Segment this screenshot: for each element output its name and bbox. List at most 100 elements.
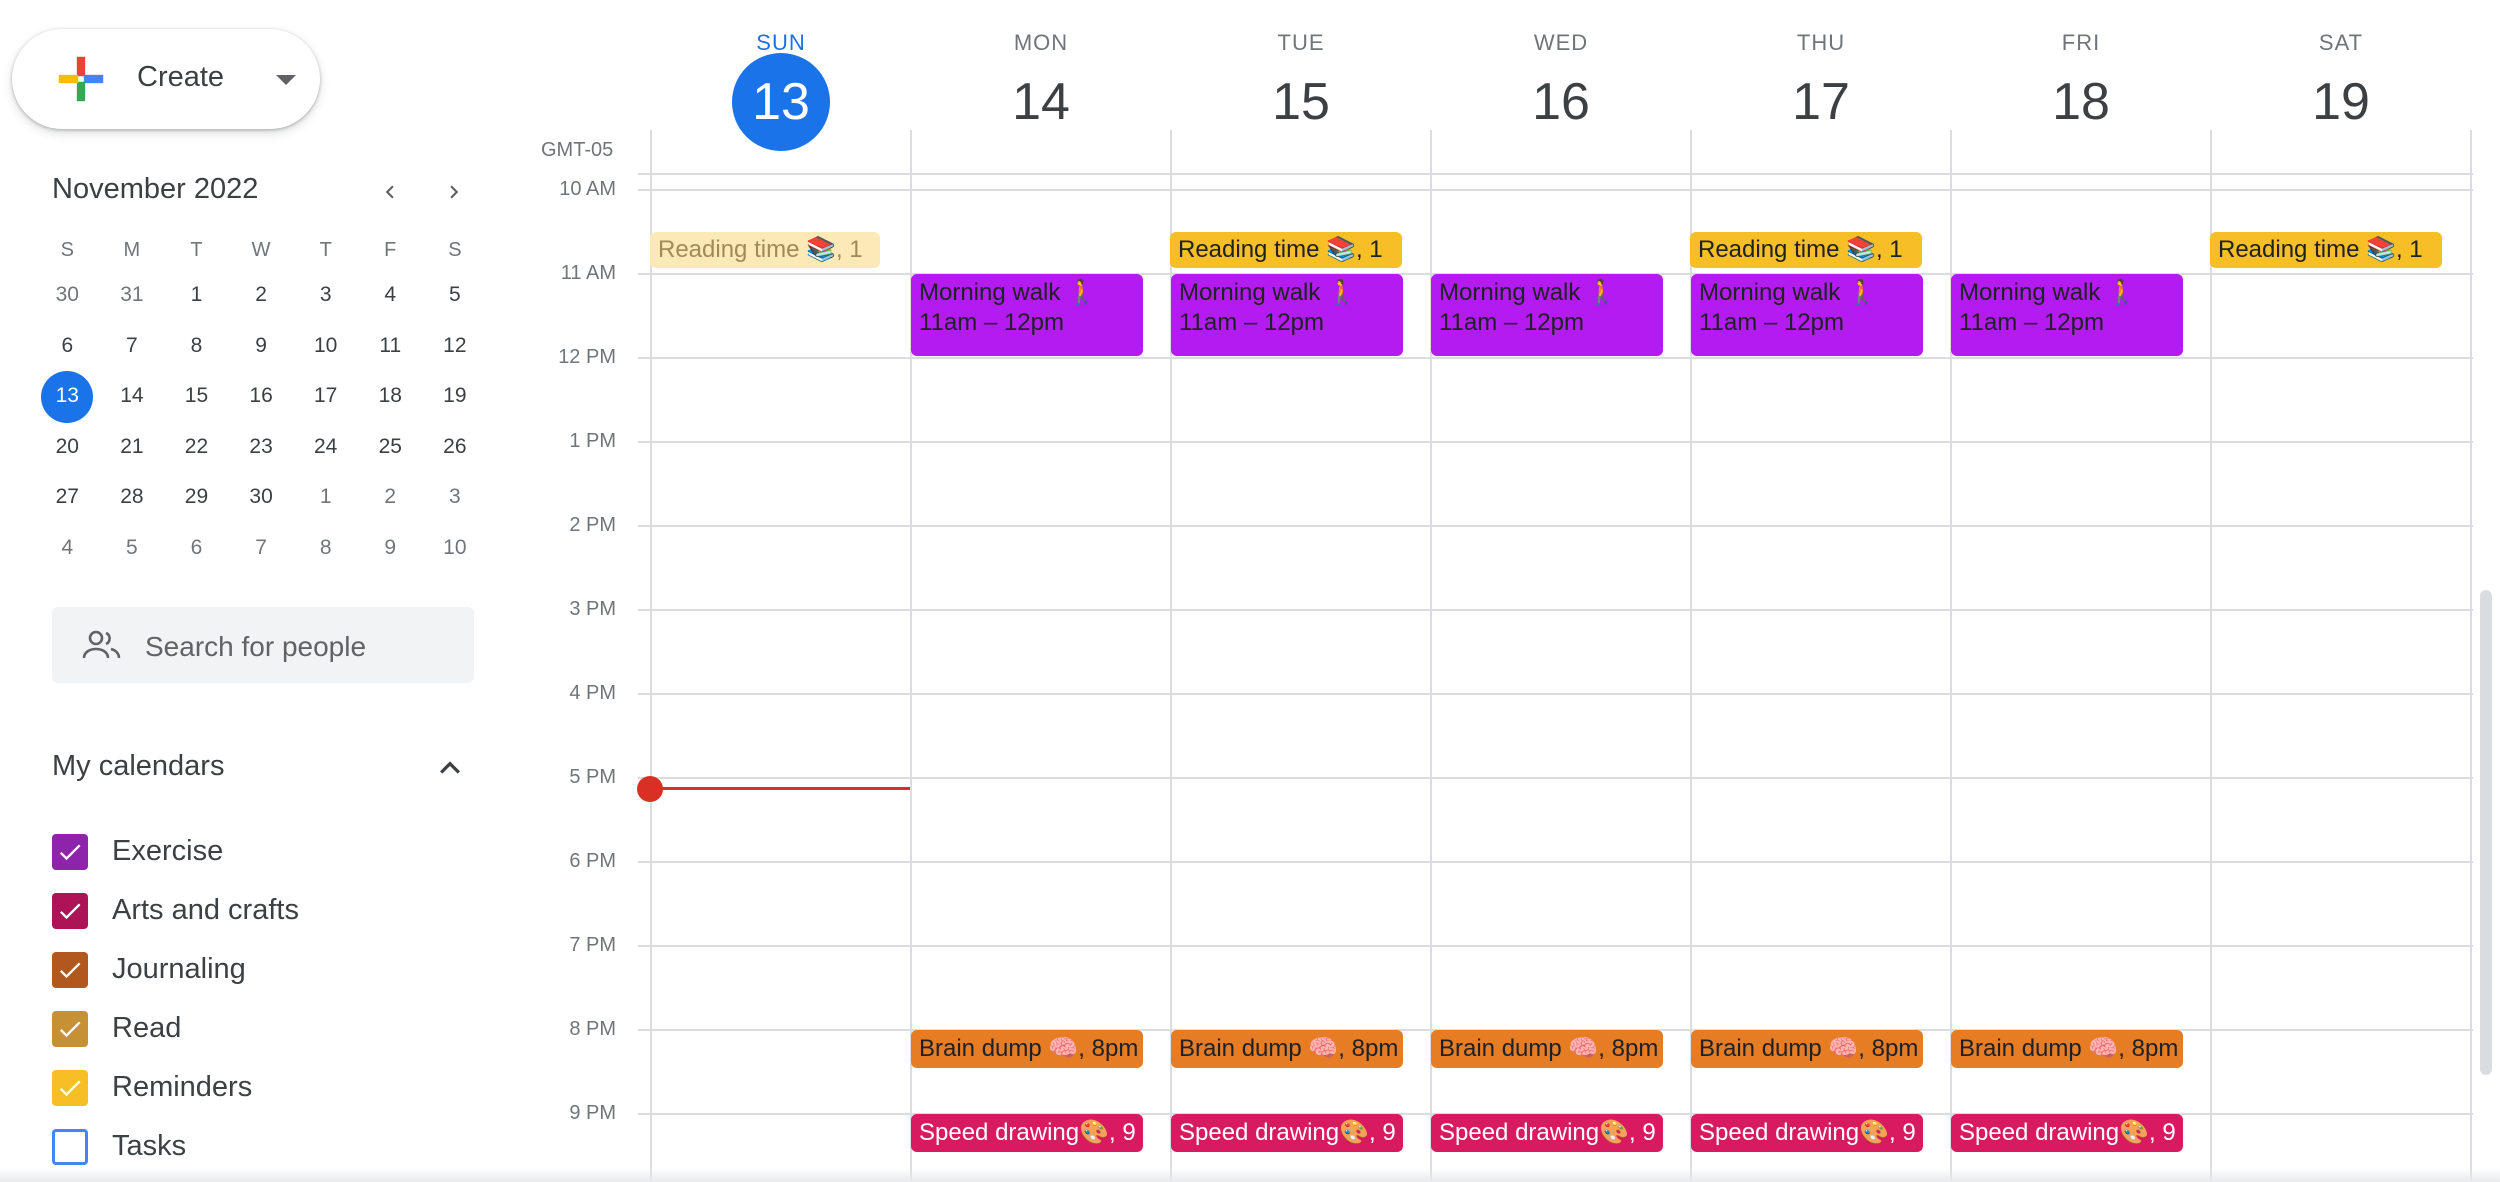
mini-day[interactable]: 25 — [358, 422, 423, 473]
day-header-fri[interactable]: FRI 18 — [1951, 30, 2211, 162]
mini-day[interactable]: 10 — [293, 321, 358, 372]
day-header-sat[interactable]: SAT 19 — [2211, 30, 2471, 162]
event-brain-dump[interactable]: Brain dump 🧠, 8pm — [1171, 1030, 1403, 1068]
mini-day[interactable]: 19 — [423, 371, 488, 422]
prev-month-icon[interactable] — [370, 172, 410, 212]
mini-day[interactable]: 28 — [100, 472, 165, 523]
mini-day[interactable]: 8 — [293, 523, 358, 574]
event-reading-time[interactable]: Reading time 📚, 1 — [650, 232, 880, 268]
mini-day[interactable]: 4 — [35, 523, 100, 574]
mini-day[interactable]: 12 — [423, 321, 488, 372]
calendar-item-arts-and-crafts[interactable]: Arts and crafts — [52, 881, 299, 940]
mini-day[interactable]: 7 — [100, 321, 165, 372]
mini-day[interactable]: 11 — [358, 321, 423, 372]
mini-day[interactable]: 23 — [229, 422, 294, 473]
day-number[interactable]: 18 — [1951, 64, 2211, 162]
mini-day[interactable]: 20 — [35, 422, 100, 473]
mini-day[interactable]: 22 — [164, 422, 229, 473]
mini-day[interactable]: 14 — [100, 371, 165, 422]
event-time: 11am – 12pm — [1179, 309, 1324, 336]
event-morning-walk[interactable]: Morning walk 🚶 11am – 12pm — [911, 274, 1143, 356]
mini-day[interactable]: 31 — [100, 270, 165, 321]
mini-day[interactable]: 1 — [164, 270, 229, 321]
checkbox-checked-icon[interactable] — [52, 1010, 88, 1047]
event-speed-drawing[interactable]: Speed drawing🎨, 9 — [1951, 1114, 2183, 1152]
vertical-scrollbar[interactable] — [2480, 590, 2492, 1075]
mini-day[interactable]: 1 — [293, 472, 358, 523]
event-reading-time[interactable]: Reading time 📚, 1 — [1170, 232, 1402, 268]
mini-day[interactable]: 27 — [35, 472, 100, 523]
mini-day[interactable]: 2 — [358, 472, 423, 523]
chevron-up-icon[interactable] — [430, 748, 470, 788]
day-number[interactable]: 14 — [911, 64, 1171, 162]
mini-day[interactable]: 10 — [423, 523, 488, 574]
checkbox-checked-icon[interactable] — [52, 833, 88, 870]
mini-day[interactable]: 6 — [164, 523, 229, 574]
mini-day[interactable]: 5 — [423, 270, 488, 321]
mini-day[interactable]: 26 — [423, 422, 488, 473]
mini-day[interactable]: 3 — [423, 472, 488, 523]
mini-day[interactable]: 7 — [229, 523, 294, 574]
search-people-input[interactable]: Search for people — [52, 607, 474, 683]
mini-day[interactable]: 16 — [229, 371, 294, 422]
mini-day[interactable]: 2 — [229, 270, 294, 321]
event-reading-time[interactable]: Reading time 📚, 1 — [1690, 232, 1922, 268]
calendar-item-read[interactable]: Read — [52, 999, 299, 1058]
calendar-item-exercise[interactable]: Exercise — [52, 822, 299, 881]
mini-day[interactable]: 3 — [293, 270, 358, 321]
mini-day[interactable]: 29 — [164, 472, 229, 523]
event-brain-dump[interactable]: Brain dump 🧠, 8pm — [1951, 1030, 2183, 1068]
event-morning-walk[interactable]: Morning walk 🚶 11am – 12pm — [1171, 274, 1403, 356]
day-header-wed[interactable]: WED 16 — [1431, 30, 1691, 162]
mini-day[interactable]: 30 — [35, 270, 100, 321]
mini-day[interactable]: 9 — [229, 321, 294, 372]
checkbox-checked-icon[interactable] — [52, 951, 88, 988]
calendar-item-journaling[interactable]: Journaling — [52, 940, 299, 999]
checkbox-unchecked-icon[interactable] — [52, 1128, 88, 1165]
event-speed-drawing[interactable]: Speed drawing🎨, 9 — [911, 1114, 1143, 1152]
create-button[interactable]: Create — [12, 29, 320, 129]
mini-day[interactable]: 24 — [293, 422, 358, 473]
hour-label: 9 PM — [569, 1102, 616, 1124]
my-calendars-title[interactable]: My calendars — [52, 750, 224, 783]
event-speed-drawing[interactable]: Speed drawing🎨, 9 — [1431, 1114, 1663, 1152]
event-brain-dump[interactable]: Brain dump 🧠, 8pm — [911, 1030, 1143, 1068]
caret-down-icon[interactable] — [276, 75, 296, 85]
mini-day[interactable]: 18 — [358, 371, 423, 422]
day-number[interactable]: 16 — [1431, 64, 1691, 162]
day-number[interactable]: 19 — [2211, 64, 2471, 162]
day-number[interactable]: 17 — [1691, 64, 1951, 162]
mini-calendar-week: 6 7 8 9 10 11 12 — [35, 321, 466, 372]
mini-day[interactable]: 21 — [100, 422, 165, 473]
event-brain-dump[interactable]: Brain dump 🧠, 8pm — [1431, 1030, 1663, 1068]
day-number[interactable]: 15 — [1171, 64, 1431, 162]
day-header-mon[interactable]: MON 14 — [911, 30, 1171, 162]
day-header-sun[interactable]: SUN 13 — [651, 30, 911, 162]
calendar-item-reminders[interactable]: Reminders — [52, 1058, 299, 1117]
event-reading-time[interactable]: Reading time 📚, 1 — [2210, 232, 2442, 268]
event-speed-drawing[interactable]: Speed drawing🎨, 9 — [1171, 1114, 1403, 1152]
weekday-label: T — [190, 239, 203, 261]
event-brain-dump[interactable]: Brain dump 🧠, 8pm — [1691, 1030, 1923, 1068]
mini-day[interactable]: 8 — [164, 321, 229, 372]
event-morning-walk[interactable]: Morning walk 🚶 11am – 12pm — [1951, 274, 2183, 356]
day-header-thu[interactable]: THU 17 — [1691, 30, 1951, 162]
checkbox-checked-icon[interactable] — [52, 892, 88, 929]
weekday-label: M — [123, 239, 141, 261]
mini-day[interactable]: 17 — [293, 371, 358, 422]
current-time-line — [650, 787, 910, 790]
day-header-tue[interactable]: TUE 15 — [1171, 30, 1431, 162]
event-morning-walk[interactable]: Morning walk 🚶 11am – 12pm — [1691, 274, 1923, 356]
event-morning-walk[interactable]: Morning walk 🚶 11am – 12pm — [1431, 274, 1663, 356]
mini-day[interactable]: 6 — [35, 321, 100, 372]
mini-day[interactable]: 15 — [164, 371, 229, 422]
mini-day[interactable]: 4 — [358, 270, 423, 321]
day-number[interactable]: 13 — [732, 53, 830, 151]
mini-day[interactable]: 5 — [100, 523, 165, 574]
checkbox-checked-icon[interactable] — [52, 1069, 88, 1106]
next-month-icon[interactable] — [434, 172, 474, 212]
mini-day-today[interactable]: 13 — [35, 371, 100, 423]
event-speed-drawing[interactable]: Speed drawing🎨, 9 — [1691, 1114, 1923, 1152]
mini-day[interactable]: 9 — [358, 523, 423, 574]
mini-day[interactable]: 30 — [229, 472, 294, 523]
